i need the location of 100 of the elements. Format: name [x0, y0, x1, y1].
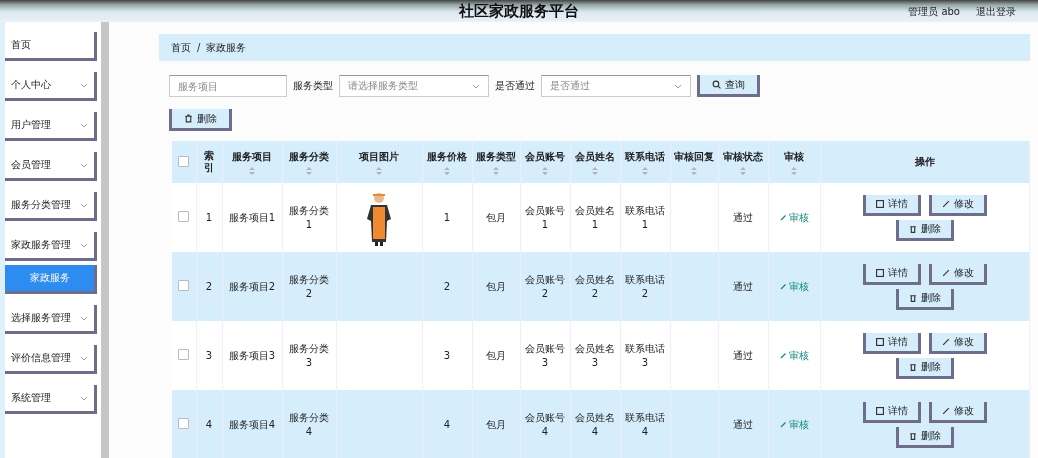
pencil-icon — [779, 283, 787, 290]
chevron-down-icon — [80, 202, 88, 208]
table-cell: 通过 — [733, 280, 753, 292]
sidebar-item[interactable]: 会员管理 — [5, 152, 97, 181]
audit-link[interactable]: 审核 — [779, 279, 809, 294]
sort-icon[interactable] — [444, 166, 450, 175]
audit-link[interactable]: 审核 — [779, 417, 809, 432]
table-cell: 服务项目1 — [228, 211, 276, 223]
detail-button[interactable]: 详情 — [862, 263, 921, 285]
column-header: 会员姓名 — [575, 149, 615, 164]
sort-icon[interactable] — [249, 166, 255, 175]
sort-icon[interactable] — [542, 166, 548, 175]
sidebar-item[interactable]: 个人中心 — [5, 72, 97, 101]
edit-button[interactable]: 修改 — [928, 401, 987, 423]
sidebar-item[interactable]: 选择服务管理 — [5, 305, 97, 334]
row-checkbox[interactable] — [178, 418, 190, 429]
table-cell-text: 服务分类1 — [288, 203, 330, 232]
table-cell: 1 — [205, 212, 213, 223]
table-cell-text: 服务分类4 — [288, 410, 330, 439]
chevron-down-icon — [80, 395, 88, 401]
delete-button[interactable]: 删除 — [895, 426, 954, 448]
trash-icon — [908, 224, 917, 233]
table-cell: 4 — [443, 419, 451, 430]
trash-icon — [908, 293, 917, 302]
sidebar-item[interactable]: 用户管理 — [5, 112, 97, 141]
search-icon — [712, 80, 721, 89]
table-cell: 2 — [205, 281, 213, 292]
search-field[interactable]: 服务项目 — [169, 75, 287, 97]
pencil-icon — [779, 421, 787, 428]
sort-icon[interactable] — [376, 166, 382, 175]
document-icon — [875, 337, 884, 346]
sidebar-item[interactable]: 首页 — [5, 32, 97, 61]
pencil-icon — [941, 268, 950, 277]
search-button[interactable]: 查询 — [697, 75, 760, 97]
table-cell-text: 服务分类3 — [288, 341, 330, 370]
table-cell: 包月 — [486, 418, 506, 430]
detail-button[interactable]: 详情 — [862, 332, 921, 354]
table-cell-text: 会员姓名1 — [574, 203, 616, 232]
table-cell: 3 — [443, 350, 451, 361]
table-cell: 通过 — [733, 349, 753, 361]
table-cell-text: 会员姓名2 — [574, 272, 616, 301]
table-cell-text: 联系电话2 — [624, 272, 666, 301]
table-cell: 3 — [205, 350, 213, 361]
document-icon — [875, 199, 884, 208]
audit-link[interactable]: 审核 — [779, 348, 809, 363]
column-header: 审核 — [784, 149, 804, 164]
sidebar-item[interactable]: 家政服务管理 — [5, 232, 97, 261]
breadcrumb-link[interactable]: 家政服务 — [206, 40, 247, 55]
sort-icon[interactable] — [642, 166, 648, 175]
breadcrumb-link[interactable]: 首页 — [171, 40, 191, 55]
edit-button[interactable]: 修改 — [928, 194, 987, 216]
column-header: 审核回复 — [674, 149, 714, 164]
detail-button[interactable]: 详情 — [862, 194, 921, 216]
trash-icon — [908, 362, 917, 371]
user-name: 管理员 abo — [908, 5, 960, 19]
delete-button[interactable]: 删除 — [169, 109, 232, 131]
select-all-checkbox[interactable] — [178, 155, 190, 167]
delete-button[interactable]: 删除 — [895, 288, 954, 310]
table-cell: 包月 — [486, 211, 506, 223]
delete-button[interactable]: 删除 — [895, 219, 954, 241]
select-field[interactable]: 是否通过 — [541, 75, 691, 97]
row-checkbox[interactable] — [178, 280, 190, 291]
sidebar-item[interactable]: 服务分类管理 — [5, 192, 97, 221]
sort-icon[interactable] — [791, 166, 797, 175]
chevron-down-icon — [674, 83, 682, 89]
row-checkbox[interactable] — [178, 349, 190, 360]
trash-icon — [184, 114, 193, 123]
column-header: 会员账号 — [525, 149, 565, 164]
sort-icon[interactable] — [493, 166, 499, 175]
scrollbar[interactable] — [101, 22, 109, 458]
sidebar-item[interactable]: 系统管理 — [5, 385, 97, 414]
delete-button[interactable]: 删除 — [895, 357, 954, 379]
table-cell: 1 — [443, 212, 451, 223]
edit-button[interactable]: 修改 — [928, 332, 987, 354]
detail-button[interactable]: 详情 — [862, 401, 921, 423]
table-cell: 2 — [443, 281, 451, 292]
column-header: 服务价格 — [427, 149, 467, 164]
column-header: 审核状态 — [723, 149, 763, 164]
select-field[interactable]: 请选择服务类型 — [339, 75, 489, 97]
table-cell: 服务项目3 — [228, 349, 276, 361]
edit-button[interactable]: 修改 — [928, 263, 987, 285]
sidebar-item[interactable]: 评价信息管理 — [5, 345, 97, 374]
sort-icon[interactable] — [691, 166, 697, 175]
sort-icon[interactable] — [592, 166, 598, 175]
document-icon — [875, 268, 884, 277]
audit-link[interactable]: 审核 — [779, 210, 809, 225]
table-cell: 4 — [205, 419, 213, 430]
pencil-icon — [779, 214, 787, 221]
sort-icon[interactable] — [306, 166, 312, 175]
table-cell-text: 会员姓名4 — [574, 410, 616, 439]
breadcrumb-separator: / — [197, 42, 201, 53]
row-checkbox[interactable] — [178, 211, 190, 222]
table-cell-text: 会员姓名3 — [574, 341, 616, 370]
logout-link[interactable]: 退出登录 — [976, 5, 1016, 19]
trash-icon — [908, 431, 917, 440]
table-cell-text: 联系电话1 — [624, 203, 666, 232]
field-label: 是否通过 — [495, 79, 535, 93]
sort-icon[interactable] — [740, 166, 746, 175]
chevron-down-icon — [80, 82, 88, 88]
table-cell: 服务项目2 — [228, 280, 276, 292]
